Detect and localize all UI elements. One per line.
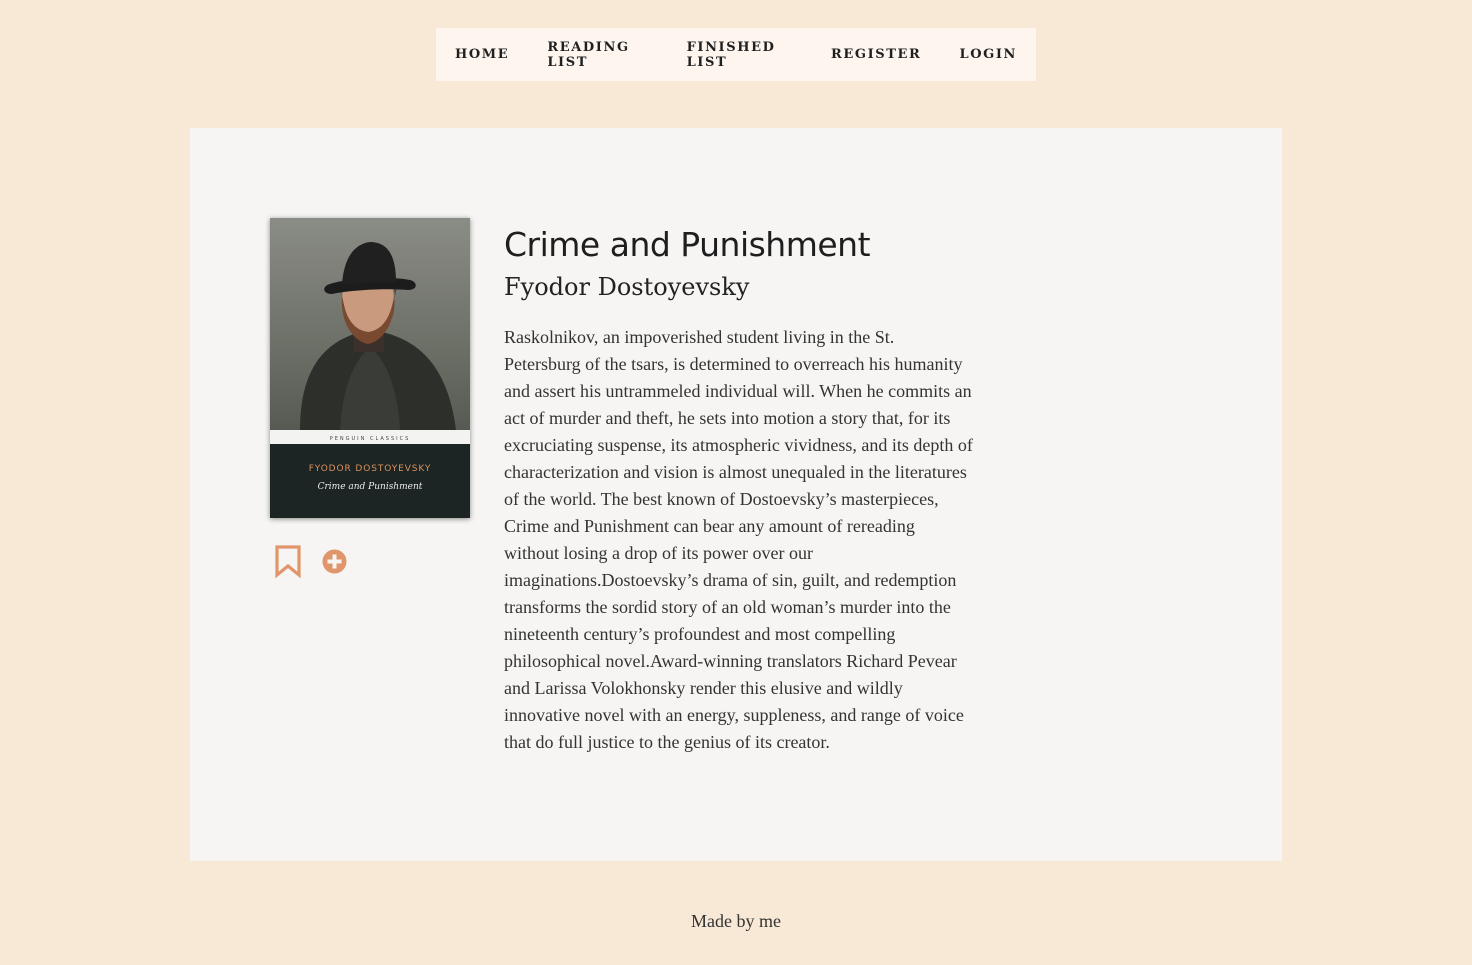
book-title: Crime and Punishment [504, 225, 871, 264]
plus-circle-icon[interactable] [322, 549, 347, 578]
nav-finished-list[interactable]: FINISHED LIST [668, 40, 812, 70]
cover-author-text: FYODOR DOSTOYEVSKY [308, 464, 432, 474]
book-cover: PENGUIN CLASSICS FYODOR DOSTOYEVSKY Crim… [270, 218, 470, 518]
bookmark-icon[interactable] [274, 544, 302, 582]
svg-text:PENGUIN CLASSICS: PENGUIN CLASSICS [330, 436, 411, 442]
nav-reading-list[interactable]: READING LIST [528, 40, 667, 70]
book-details: Crime and Punishment Fyodor Dostoyevsky … [504, 224, 974, 756]
nav-login[interactable]: LOGIN [940, 47, 1036, 62]
nav-home[interactable]: HOME [436, 47, 528, 62]
book-description: Raskolnikov, an impoverished student liv… [504, 327, 973, 752]
page-footer: Made by me [691, 911, 781, 931]
book-card: PENGUIN CLASSICS FYODOR DOSTOYEVSKY Crim… [190, 128, 1282, 861]
cover-title-text: Crime and Punishment [317, 482, 423, 492]
main-nav: HOME READING LIST FINISHED LIST REGISTER… [436, 28, 1036, 81]
book-author: Fyodor Dostoyevsky [504, 273, 750, 301]
nav-register[interactable]: REGISTER [812, 47, 940, 62]
book-actions [274, 544, 347, 582]
